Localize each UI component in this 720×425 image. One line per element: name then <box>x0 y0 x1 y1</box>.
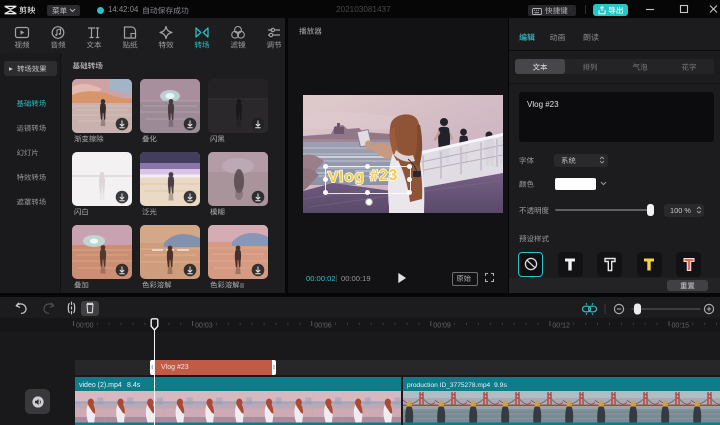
svg-text:00:03: 00:03 <box>195 323 213 330</box>
svg-text:production ID_3775278.mp4: production ID_3775278.mp4 <box>407 382 491 389</box>
svg-text:00:06: 00:06 <box>314 323 332 330</box>
svg-text:00:00: 00:00 <box>76 323 94 330</box>
svg-text:8.4s: 8.4s <box>127 382 141 389</box>
svg-text:00:09: 00:09 <box>433 323 451 330</box>
svg-text:video (2).mp4: video (2).mp4 <box>79 382 122 389</box>
svg-text:9.9s: 9.9s <box>494 382 507 389</box>
svg-text:00:12: 00:12 <box>552 323 570 330</box>
svg-text:00:15: 00:15 <box>672 323 690 330</box>
